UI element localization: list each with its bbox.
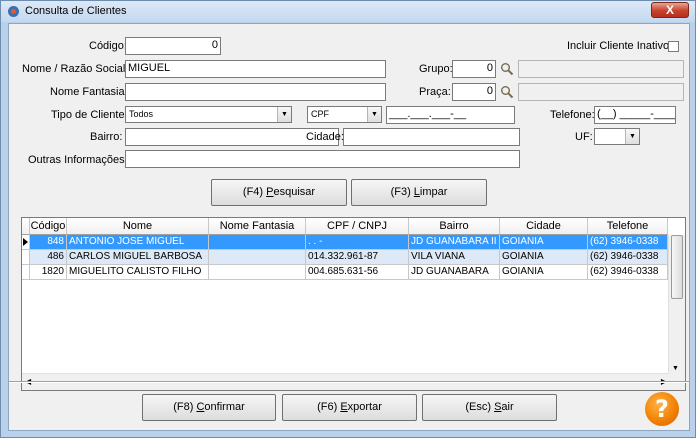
- footer-divider: [9, 381, 689, 383]
- dropdown-arrow-icon: ▼: [625, 129, 639, 144]
- telefone-label: Telefone:: [550, 109, 595, 121]
- cidade-label: Cidade:: [306, 131, 344, 143]
- codigo-label: Código:: [89, 40, 127, 52]
- col-nome[interactable]: Nome: [67, 218, 209, 235]
- fantasia-label: Nome Fantasia:: [50, 86, 128, 98]
- row-indicator-icon: [22, 235, 30, 250]
- dropdown-arrow-icon: ▼: [367, 107, 381, 122]
- uf-select[interactable]: ▼: [594, 128, 640, 145]
- telefone-field[interactable]: (__) _____-____: [594, 106, 676, 124]
- doc-field[interactable]: ___.___.___-__: [386, 106, 515, 124]
- vertical-scroll-thumb[interactable]: [671, 235, 683, 299]
- clients-grid[interactable]: Código Nome Nome Fantasia CPF / CNPJ Bai…: [21, 217, 686, 391]
- praca-description: [518, 83, 684, 101]
- col-fantasia[interactable]: Nome Fantasia: [209, 218, 306, 235]
- pesquisar-button[interactable]: (F4) Pesquisar: [211, 179, 347, 206]
- title-bar[interactable]: Consulta de Clientes X: [1, 1, 695, 22]
- close-button[interactable]: X: [651, 2, 689, 18]
- col-bairro[interactable]: Bairro: [409, 218, 500, 235]
- sair-button[interactable]: (Esc) Sair: [422, 394, 557, 421]
- window-title: Consulta de Clientes: [25, 5, 127, 17]
- table-row[interactable]: 486 CARLOS MIGUEL BARBOSA 014.332.961-87…: [22, 250, 668, 265]
- client-area: Código: 0 Incluir Cliente Inativo: Nome …: [8, 23, 690, 431]
- dropdown-arrow-icon: ▼: [277, 107, 291, 122]
- tipo-select[interactable]: Todos ▼: [125, 106, 292, 123]
- incluir-inativo-label: Incluir Cliente Inativo:: [567, 40, 673, 52]
- confirmar-button[interactable]: (F8) Confirmar: [142, 394, 276, 421]
- nome-field[interactable]: MIGUEL: [125, 60, 386, 78]
- nome-label: Nome / Razão Social:: [22, 63, 129, 75]
- grid-header-indicator: [22, 218, 30, 235]
- uf-label: UF:: [575, 131, 593, 143]
- col-doc[interactable]: CPF / CNPJ: [306, 218, 409, 235]
- help-icon[interactable]: ?: [645, 392, 679, 426]
- outras-field[interactable]: [125, 150, 520, 168]
- exportar-button[interactable]: (F6) Exportar: [282, 394, 417, 421]
- window: Consulta de Clientes X Código: 0 Incluir…: [0, 0, 696, 438]
- praca-field[interactable]: 0: [452, 83, 496, 101]
- app-icon: [8, 6, 19, 17]
- search-icon[interactable]: [500, 62, 514, 76]
- doc-type-value: CPF: [311, 109, 329, 119]
- col-cidade[interactable]: Cidade: [500, 218, 588, 235]
- grupo-description: [518, 60, 684, 78]
- search-icon[interactable]: [500, 85, 514, 99]
- scroll-down-icon[interactable]: ▼: [672, 365, 679, 372]
- table-row[interactable]: 1820 MIGUELITO CALISTO FILHO 004.685.631…: [22, 265, 668, 280]
- praca-label: Praça:: [419, 86, 451, 98]
- tipo-select-value: Todos: [129, 109, 154, 119]
- close-icon: X: [665, 3, 674, 17]
- limpar-button[interactable]: (F3) Limpar: [351, 179, 487, 206]
- doc-type-select[interactable]: CPF ▼: [307, 106, 382, 123]
- grupo-label: Grupo:: [419, 63, 453, 75]
- col-codigo[interactable]: Código: [30, 218, 67, 235]
- col-telefone[interactable]: Telefone: [588, 218, 668, 235]
- cidade-field[interactable]: [343, 128, 520, 146]
- tipo-label: Tipo de Cliente:: [51, 109, 128, 121]
- incluir-inativo-checkbox[interactable]: [668, 41, 679, 52]
- fantasia-field[interactable]: [125, 83, 386, 101]
- grupo-field[interactable]: 0: [452, 60, 496, 78]
- grid-vertical-scrollbar[interactable]: ▼: [668, 235, 685, 374]
- bairro-label: Bairro:: [90, 131, 123, 143]
- outras-label: Outras Informações:: [28, 154, 128, 166]
- codigo-field[interactable]: 0: [125, 37, 221, 55]
- table-row[interactable]: 848 ANTONIO JOSE MIGUEL . . - JD GUANABA…: [22, 235, 668, 250]
